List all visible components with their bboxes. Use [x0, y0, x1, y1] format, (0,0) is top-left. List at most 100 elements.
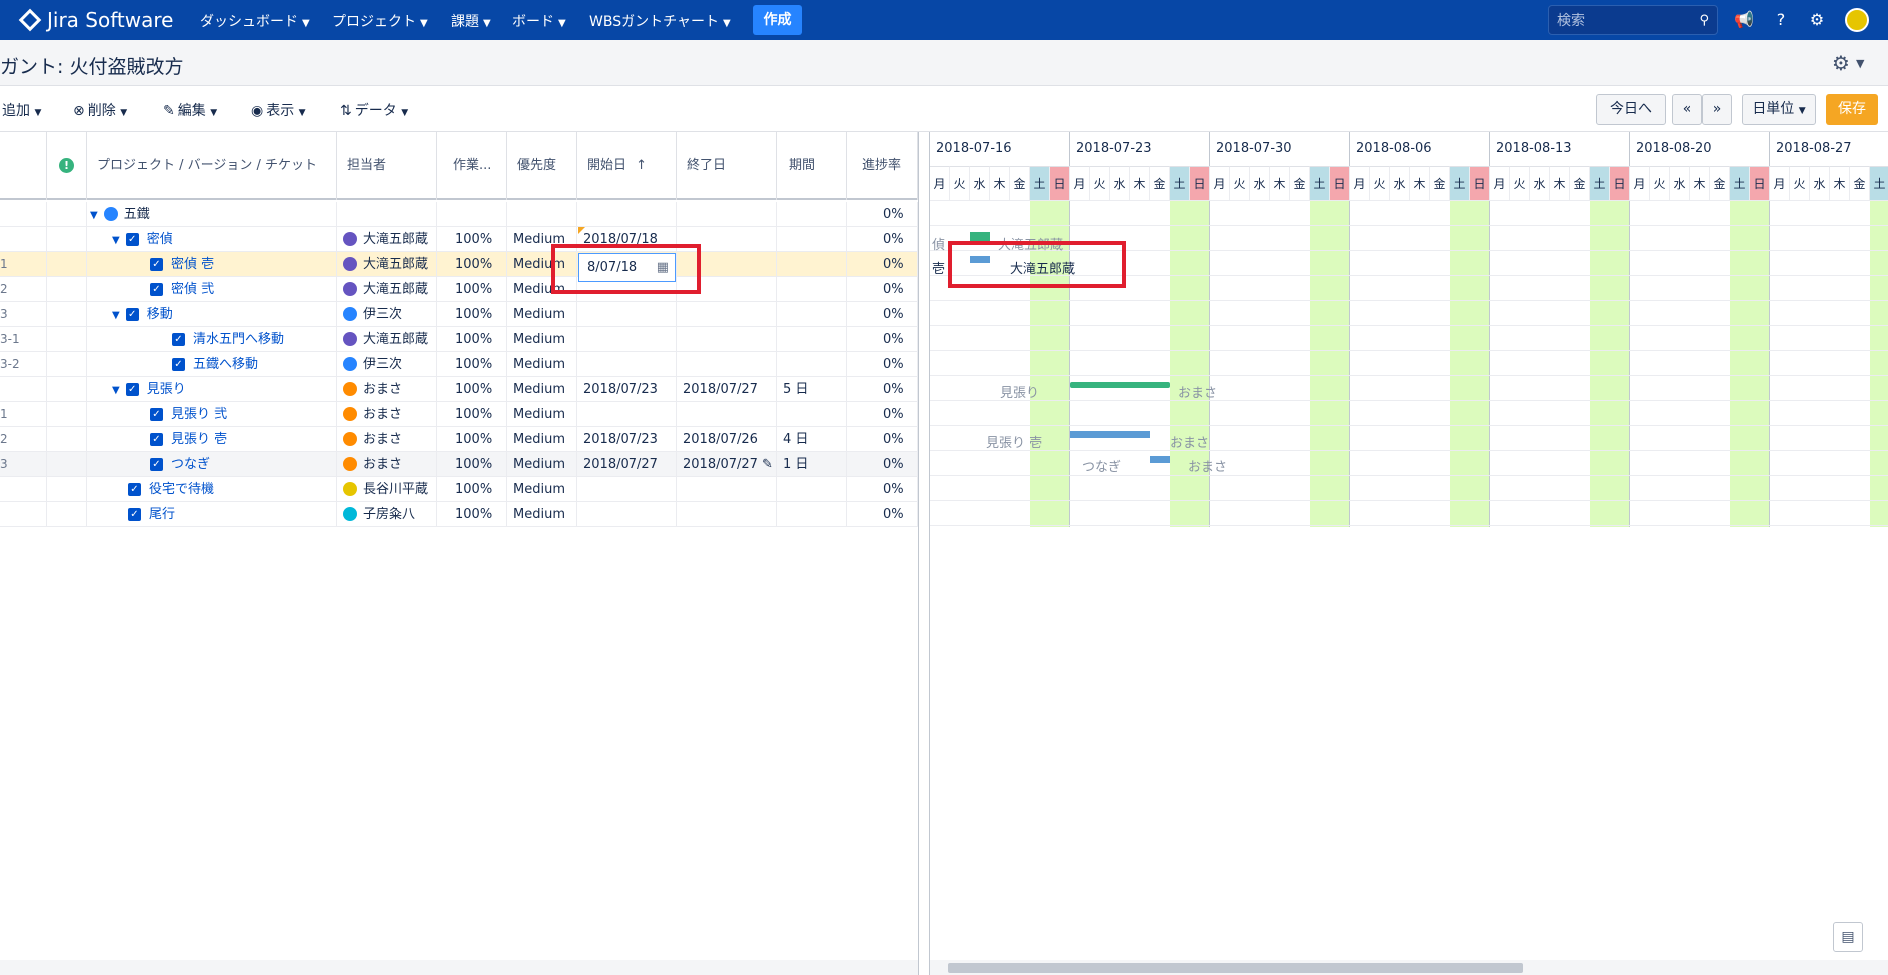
duration-cell[interactable]: [777, 502, 847, 527]
prev-button[interactable]: «: [1672, 94, 1702, 125]
progress-column-header[interactable]: 進捗率: [847, 132, 918, 200]
view-button[interactable]: ◉ 表示 ▼: [251, 100, 306, 120]
assignee-cell[interactable]: 伊三次: [337, 302, 437, 327]
end-date-cell[interactable]: 2018/07/27: [677, 377, 777, 402]
summary-bar[interactable]: [1070, 382, 1170, 388]
task-name[interactable]: 五鐡へ移動: [193, 357, 258, 372]
duration-column-header[interactable]: 期間: [777, 132, 847, 200]
progress-cell[interactable]: 0%: [847, 402, 918, 427]
table-row[interactable]: ▼ 五鐡 0%: [0, 202, 918, 227]
assignee-cell[interactable]: 長谷川平蔵: [337, 477, 437, 502]
split-divider[interactable]: [918, 132, 930, 975]
work-cell[interactable]: 100%: [437, 452, 507, 477]
assignee-cell[interactable]: おまさ: [337, 452, 437, 477]
save-button[interactable]: 保存: [1826, 94, 1878, 125]
work-cell[interactable]: 100%: [437, 302, 507, 327]
start-date-cell[interactable]: 2018/07/23: [577, 427, 677, 452]
start-date-cell[interactable]: [577, 202, 677, 227]
id-column-header[interactable]: [0, 132, 47, 200]
start-date-cell[interactable]: [577, 302, 677, 327]
table-row[interactable]: 2 ✓ 密偵 弐大滝五郎蔵 100% Medium 0%: [0, 277, 918, 302]
table-row[interactable]: ✓ 役宅で待機 長谷川平蔵 100% Medium 0%: [0, 477, 918, 502]
assignee-cell[interactable]: おまさ: [337, 427, 437, 452]
priority-cell[interactable]: Medium: [507, 402, 577, 427]
priority-column-header[interactable]: 優先度: [507, 132, 577, 200]
end-date-cell[interactable]: [677, 327, 777, 352]
end-column-header[interactable]: 終了日: [677, 132, 777, 200]
name-column-header[interactable]: プロジェクト / バージョン / チケット: [87, 132, 337, 200]
assignee-cell[interactable]: 大滝五郎蔵: [337, 277, 437, 302]
work-cell[interactable]: 100%: [437, 477, 507, 502]
assignee-cell[interactable]: おまさ: [337, 377, 437, 402]
progress-cell[interactable]: 0%: [847, 377, 918, 402]
work-cell[interactable]: 100%: [437, 327, 507, 352]
table-row[interactable]: 3 ▼ ✓ 移動 伊三次 100% Medium 0%: [0, 302, 918, 327]
task-name[interactable]: 見張り 弐: [171, 407, 227, 422]
start-date-cell[interactable]: [577, 352, 677, 377]
table-row[interactable]: ✓ 尾行 子房粂八 100% Medium 0%: [0, 502, 918, 527]
expand-toggle-icon[interactable]: ▼: [90, 210, 98, 221]
work-cell[interactable]: 100%: [437, 502, 507, 527]
end-date-cell[interactable]: [677, 502, 777, 527]
progress-cell[interactable]: 0%: [847, 502, 918, 527]
task-name[interactable]: 尾行: [149, 507, 175, 522]
search-input[interactable]: 検索 ⚲: [1548, 5, 1718, 35]
priority-cell[interactable]: Medium: [507, 502, 577, 527]
user-avatar[interactable]: [1845, 8, 1869, 32]
assignee-cell[interactable]: [337, 202, 437, 227]
duration-cell[interactable]: 4 日: [777, 427, 847, 452]
duration-cell[interactable]: [777, 352, 847, 377]
task-bar[interactable]: [1150, 456, 1170, 463]
priority-cell[interactable]: [507, 202, 577, 227]
start-date-cell[interactable]: [577, 327, 677, 352]
task-name[interactable]: つなぎ: [171, 457, 210, 472]
duration-cell[interactable]: [777, 202, 847, 227]
priority-cell[interactable]: Medium: [507, 427, 577, 452]
jira-logo[interactable]: Jira Software: [18, 8, 173, 32]
expand-toggle-icon[interactable]: ▼: [112, 385, 120, 396]
progress-cell[interactable]: 0%: [847, 277, 918, 302]
table-row[interactable]: 3-1 ✓ 清水五門へ移動 大滝五郎蔵 100% Medium 0%: [0, 327, 918, 352]
progress-cell[interactable]: 0%: [847, 302, 918, 327]
add-button[interactable]: 追加 ▼: [2, 100, 41, 120]
task-name[interactable]: 密偵: [147, 232, 173, 247]
work-cell[interactable]: 100%: [437, 402, 507, 427]
table-row[interactable]: 1 ✓ 見張り 弐 おまさ 100% Medium 0%: [0, 402, 918, 427]
task-name[interactable]: 清水五門へ移動: [193, 332, 284, 347]
delete-button[interactable]: ⊗ 削除 ▼: [73, 100, 127, 120]
duration-cell[interactable]: 1 日: [777, 452, 847, 477]
table-row[interactable]: ▼ ✓ 密偵 大滝五郎蔵 100% Medium 2018/07/18 0%: [0, 227, 918, 252]
start-date-cell[interactable]: 2018/07/23: [577, 377, 677, 402]
table-row[interactable]: 1 ✓ 密偵 壱大滝五郎蔵 100% Medium 0%: [0, 252, 918, 277]
duration-cell[interactable]: 5 日: [777, 377, 847, 402]
next-button[interactable]: »: [1702, 94, 1732, 125]
task-name[interactable]: 見張り: [147, 382, 186, 397]
start-date-cell[interactable]: 2018/07/27: [577, 452, 677, 477]
duration-cell[interactable]: [777, 252, 847, 277]
work-cell[interactable]: 100%: [437, 352, 507, 377]
nav-issues[interactable]: 課題 ▼: [451, 11, 491, 31]
alert-column-header[interactable]: !: [47, 132, 87, 200]
task-name[interactable]: 密偵 弐: [171, 282, 214, 297]
end-date-cell[interactable]: 2018/07/26: [677, 427, 777, 452]
edit-button[interactable]: ✎ 編集 ▼: [163, 100, 217, 120]
work-cell[interactable]: 100%: [437, 377, 507, 402]
duration-cell[interactable]: [777, 327, 847, 352]
grid-scrollbar[interactable]: [0, 960, 918, 975]
assignee-cell[interactable]: 大滝五郎蔵: [337, 252, 437, 277]
data-button[interactable]: ⇅ データ ▼: [340, 100, 408, 120]
start-date-cell[interactable]: [577, 477, 677, 502]
table-row[interactable]: 3-2 ✓ 五鐡へ移動 伊三次 100% Medium 0%: [0, 352, 918, 377]
assignee-cell[interactable]: 大滝五郎蔵: [337, 227, 437, 252]
progress-cell[interactable]: 0%: [847, 477, 918, 502]
priority-cell[interactable]: Medium: [507, 352, 577, 377]
priority-cell[interactable]: Medium: [507, 327, 577, 352]
settings-icon[interactable]: ⚙: [1806, 9, 1828, 31]
assignee-cell[interactable]: 伊三次: [337, 352, 437, 377]
priority-cell[interactable]: Medium: [507, 477, 577, 502]
gear-icon[interactable]: ⚙: [1832, 51, 1850, 75]
progress-cell[interactable]: 0%: [847, 427, 918, 452]
duration-cell[interactable]: [777, 302, 847, 327]
progress-cell[interactable]: 0%: [847, 202, 918, 227]
work-cell[interactable]: 100%: [437, 227, 507, 252]
